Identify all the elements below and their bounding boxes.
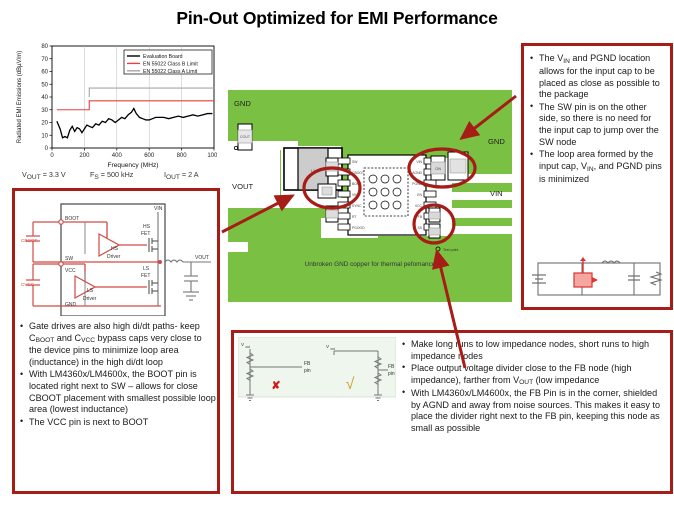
- bullet: Gate drives are also high di/dt paths- k…: [20, 321, 216, 369]
- bullet: With LM4360x/LM4600x, the FB Pin is in t…: [402, 387, 668, 435]
- chart-condition-vout: VOUT = 3.3 V: [22, 170, 66, 181]
- input-loop-mini-schematic: [532, 257, 663, 296]
- svg-text:pin: pin: [304, 368, 311, 374]
- callout-gate-bullets: Gate drives are also high di/dt paths- k…: [20, 321, 216, 429]
- svg-text:PGOOD: PGOOD: [352, 226, 365, 230]
- svg-text:Frequency (MHz): Frequency (MHz): [108, 162, 159, 169]
- svg-text:EN 55022 Class B Limit: EN 55022 Class B Limit: [143, 61, 198, 67]
- svg-text:HS: HS: [143, 224, 151, 230]
- good-mark-icon: √: [346, 376, 355, 393]
- svg-text:SW: SW: [65, 256, 73, 262]
- pcb-label-gnd-top: GND: [234, 99, 251, 108]
- svg-text:LS: LS: [143, 266, 150, 272]
- svg-text:out: out: [246, 345, 251, 349]
- pcb-test-point-label: Test point: [443, 248, 458, 252]
- emi-chart-svg: 0 200 400 600 800 1000 0 10 20 30 40 50 60 70 80 Freque…: [17, 44, 217, 169]
- svg-text:GND: GND: [65, 302, 77, 308]
- callout-vin-bullets: The VIN and PGND location allows for the…: [530, 52, 664, 186]
- svg-text:0: 0: [45, 146, 49, 152]
- svg-text:600: 600: [144, 153, 155, 159]
- svg-text:Driver: Driver: [107, 254, 121, 260]
- svg-text:30: 30: [41, 108, 48, 114]
- bullet: Place output voltage divider close to th…: [402, 362, 668, 387]
- pcb-layout-image: L1 COUT SW CBOOT BOOT VIN SYNC RT PGOOD VIN AGN…: [226, 86, 514, 308]
- svg-text:FB: FB: [388, 364, 395, 370]
- bad-mark-icon: ✘: [271, 380, 280, 392]
- svg-text:Radiated EMI Emissions (dBµV/m: Radiated EMI Emissions (dBµV/m): [17, 51, 23, 143]
- svg-text:VOUT: VOUT: [195, 255, 209, 261]
- slide-root: Pin-Out Optimized for EMI Performance 0 2…: [0, 0, 674, 506]
- svg-text:out: out: [331, 347, 336, 351]
- svg-text:60: 60: [41, 70, 48, 76]
- svg-text:200: 200: [79, 153, 90, 159]
- svg-text:LS: LS: [87, 288, 94, 294]
- svg-text:FET: FET: [141, 231, 150, 237]
- callout-fb-bullets: Make long runs to low impedance nodes, s…: [402, 338, 668, 435]
- svg-text:pin: pin: [388, 371, 395, 377]
- svg-text:CVCC: CVCC: [21, 282, 35, 287]
- pcb-layout-svg: L1 COUT SWCBOOTBOOTVINSYNCRTPGOOD VINAGN…: [226, 86, 514, 308]
- callout-fb-routing: V out FB pin ✘ V out FB pin √ • Make lon…: [231, 330, 673, 494]
- svg-text:VIN: VIN: [416, 160, 422, 164]
- svg-text:RT: RT: [352, 215, 356, 219]
- svg-text:20: 20: [41, 121, 48, 127]
- svg-text:FB: FB: [304, 361, 311, 367]
- callout-gate-drive: VIN BOOT SW VCC GND CBOOT CVCC HS Driver…: [12, 188, 220, 494]
- callout-vin-pgnd: The VIN and PGND location allows for the…: [521, 43, 673, 310]
- chart-condition-fs: FS = 500 kHz: [90, 170, 134, 181]
- svg-text:CIN: CIN: [435, 167, 441, 171]
- chart-condition-iout: IOUT = 2 A: [164, 170, 199, 181]
- emi-chart: 0 200 400 600 800 1000 0 10 20 30 40 50 60 70 80 Freque…: [12, 40, 217, 185]
- svg-text:COUT: COUT: [240, 135, 251, 139]
- bullet: Make long runs to low impedance nodes, s…: [402, 338, 668, 362]
- pcb-label-gnd-right: GND: [488, 137, 505, 146]
- svg-text:AGND: AGND: [412, 171, 422, 175]
- svg-text:BOOT: BOOT: [65, 216, 79, 222]
- bullet: With LM4360x/LM4600x, the BOOT pin is lo…: [20, 369, 216, 416]
- page-title: Pin-Out Optimized for EMI Performance: [176, 8, 498, 28]
- svg-text:1000: 1000: [207, 153, 217, 159]
- bullet: The loop area formed by the input cap, V…: [530, 149, 664, 185]
- pcb-note: Unbroken GND copper for thermal pefomanc…: [305, 261, 436, 268]
- svg-text:50: 50: [41, 82, 48, 88]
- svg-text:CBOOT: CBOOT: [21, 238, 38, 243]
- gate-drive-schematic: VIN BOOT SW VCC GND CBOOT CVCC HS Driver…: [21, 203, 211, 316]
- svg-text:Driver: Driver: [83, 296, 97, 302]
- fb-divider-diagram: V out FB pin ✘ V out FB pin √: [238, 337, 396, 401]
- svg-text:HS: HS: [111, 246, 119, 252]
- pcb-label-vin: VIN: [490, 189, 503, 198]
- svg-text:SYNC: SYNC: [352, 204, 362, 208]
- bullet: The SW pin is on the other side, so ther…: [530, 101, 664, 149]
- svg-text:VCC: VCC: [65, 268, 76, 274]
- svg-text:10: 10: [41, 133, 48, 139]
- svg-text:40: 40: [41, 95, 48, 101]
- svg-text:EN 55022 Class A Limit: EN 55022 Class A Limit: [143, 69, 198, 75]
- bullet: The VIN and PGND location allows for the…: [530, 52, 664, 101]
- svg-text:FET: FET: [141, 273, 150, 279]
- svg-text:SS: SS: [417, 226, 422, 230]
- svg-text:400: 400: [112, 153, 123, 159]
- mini-ic-highlight: [573, 257, 598, 288]
- svg-text:70: 70: [41, 57, 48, 63]
- svg-text:80: 80: [41, 44, 48, 50]
- svg-text:0: 0: [50, 153, 54, 159]
- svg-text:VIN: VIN: [154, 206, 163, 212]
- bullet: The VCC pin is next to BOOT: [20, 416, 216, 429]
- svg-text:EN: EN: [417, 193, 422, 197]
- svg-text:Evaluation Board: Evaluation Board: [143, 54, 183, 60]
- svg-text:800: 800: [177, 153, 188, 159]
- pcb-label-vout: VOUT: [232, 182, 253, 191]
- svg-text:FB: FB: [418, 215, 423, 219]
- svg-text:SW: SW: [352, 160, 358, 164]
